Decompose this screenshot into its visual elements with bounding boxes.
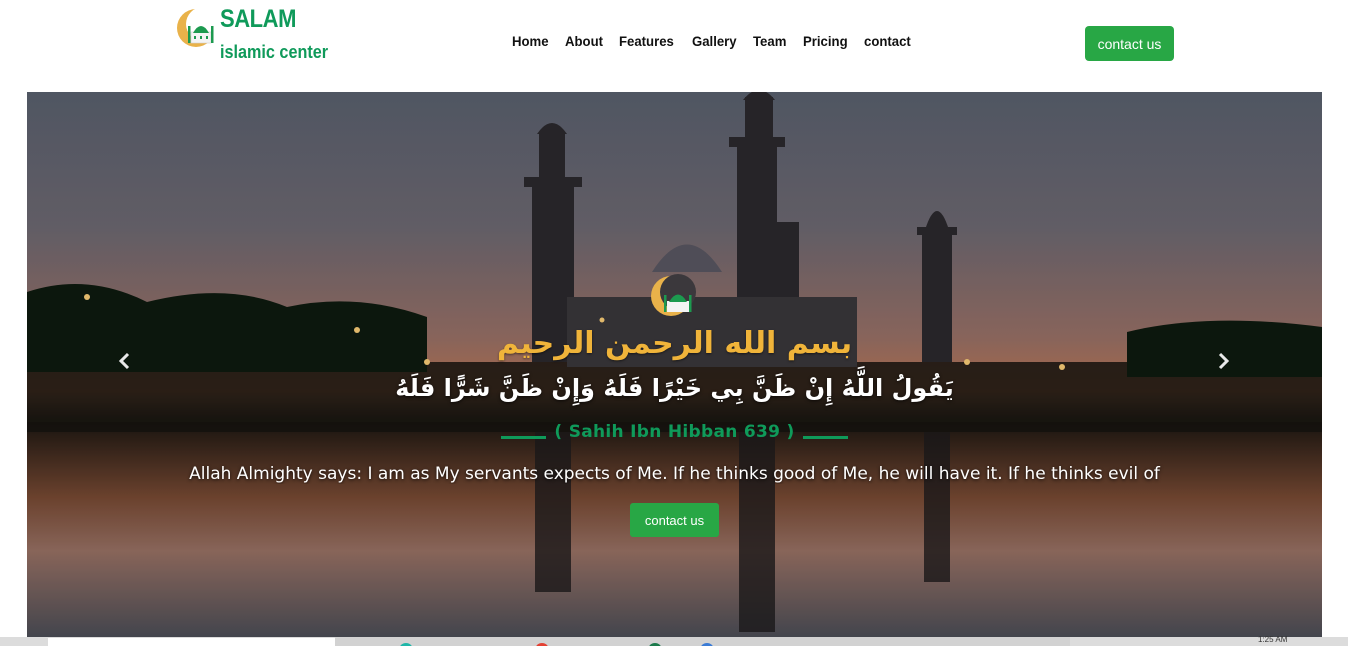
hadith-source: ( Sahih Ibn Hibban 639 ) — [27, 422, 1322, 442]
brand-logo[interactable]: SALAM islamic center — [174, 2, 344, 68]
nav-gallery[interactable]: Gallery — [692, 33, 737, 49]
nav-team[interactable]: Team — [753, 33, 786, 49]
nav-pricing[interactable]: Pricing — [803, 33, 848, 49]
hero-overlay — [27, 92, 1322, 637]
hadith-translation: Allah Almighty says: I am as My servants… — [189, 464, 1160, 484]
nav-home[interactable]: Home — [512, 33, 549, 49]
nav-about[interactable]: About — [565, 33, 603, 49]
brand-subtitle: islamic center — [220, 42, 329, 62]
nav-features[interactable]: Features — [619, 33, 674, 49]
basmala-heading: بسم الله الرحمن الرحيم — [496, 326, 853, 361]
nav-contact[interactable]: contact — [864, 33, 911, 49]
crescent-mosque-icon — [177, 7, 218, 47]
divider — [501, 435, 547, 439]
hero-carousel: بسم الله الرحمن الرحيم يَقُولُ اللَّهُ إ… — [27, 92, 1322, 637]
main-nav: Home About Features Gallery Team Pricing… — [512, 33, 928, 49]
taskbar-clock: 1:25 AM — [1258, 635, 1288, 644]
site-header: SALAM islamic center Home About Features… — [0, 0, 1348, 92]
taskbar-apps — [335, 637, 1070, 646]
crescent-mosque-icon — [651, 274, 696, 316]
os-taskbar: 1:25 AM — [0, 635, 1348, 646]
brand-title: SALAM — [220, 5, 297, 33]
taskbar-search-box[interactable] — [48, 638, 335, 646]
hadith-arabic-text: يَقُولُ اللَّهُ إِنْ ظَنَّ بِي خَيْرًا ف… — [395, 374, 954, 402]
hero-contact-button[interactable]: contact us — [630, 503, 719, 537]
header-contact-button[interactable]: contact us — [1085, 26, 1174, 61]
divider — [802, 435, 848, 439]
hadith-source-text: ( Sahih Ibn Hibban 639 ) — [554, 422, 795, 442]
